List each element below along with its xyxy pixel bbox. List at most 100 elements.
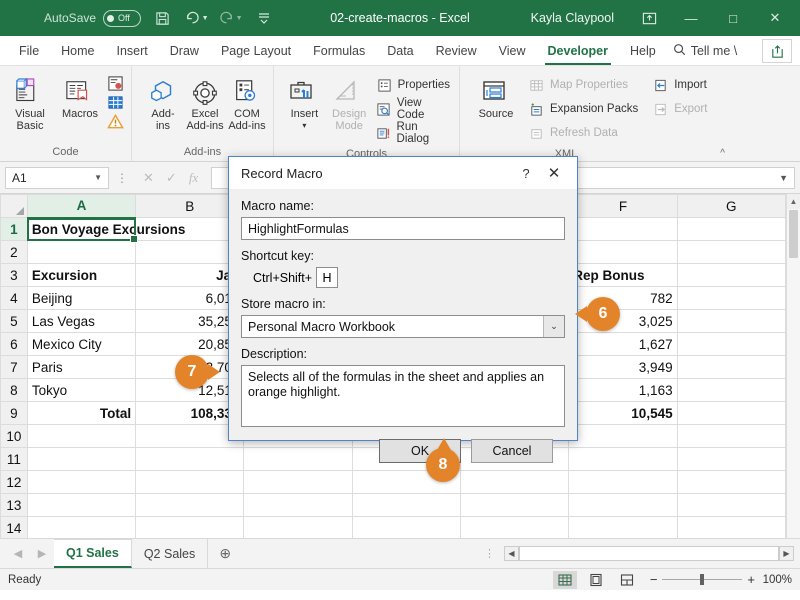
record-macro-icon[interactable] [107, 75, 124, 92]
save-icon[interactable] [149, 5, 175, 31]
cell-g3[interactable] [676, 263, 787, 287]
column-header-f[interactable]: F [568, 194, 678, 218]
cell-f3[interactable]: Rep Bonus [568, 263, 678, 287]
tab-draw[interactable]: Draw [159, 39, 210, 65]
scroll-left-icon[interactable]: ◀ [504, 546, 519, 561]
ribbon-display-options-icon[interactable] [628, 1, 670, 35]
row-header-11[interactable]: 11 [0, 447, 28, 471]
formula-bar-expand-icon[interactable]: ▼ [779, 173, 788, 183]
store-macro-dropdown[interactable]: Personal Macro Workbook ⌄ [241, 315, 565, 338]
scroll-right-icon[interactable]: ▶ [779, 546, 794, 561]
cell-b13[interactable] [135, 493, 245, 517]
autosave-toggle[interactable]: Off [103, 9, 142, 27]
row-header-5[interactable]: 5 [0, 309, 28, 333]
use-relative-references-icon[interactable] [107, 94, 124, 111]
cell-a8[interactable]: Tokyo [26, 378, 137, 402]
cell-c12[interactable] [243, 470, 353, 494]
cell-d14[interactable] [351, 516, 462, 538]
zoom-level[interactable]: 100% [760, 574, 792, 586]
row-header-3[interactable]: 3 [0, 263, 28, 287]
design-mode-button[interactable]: Design Mode [327, 71, 372, 135]
tab-developer[interactable]: Developer [537, 39, 619, 65]
zoom-out-button[interactable]: − [650, 572, 658, 587]
vertical-scrollbar[interactable]: ▲ [786, 194, 800, 538]
horizontal-scroll-track[interactable] [519, 546, 779, 561]
row-header-13[interactable]: 13 [0, 493, 28, 517]
tab-data[interactable]: Data [376, 39, 424, 65]
macro-security-icon[interactable] [107, 113, 124, 130]
view-code-button[interactable]: View Code [372, 97, 454, 121]
tab-review[interactable]: Review [425, 39, 488, 65]
share-icon[interactable] [762, 39, 792, 63]
description-textarea[interactable]: Selects all of the formulas in the sheet… [241, 365, 565, 427]
cell-f7[interactable]: 3,949 [568, 355, 678, 379]
zoom-in-button[interactable]: + [747, 572, 755, 587]
row-header-2[interactable]: 2 [0, 240, 28, 264]
cell-c13[interactable] [243, 493, 353, 517]
zoom-slider[interactable] [662, 574, 743, 585]
tab-view[interactable]: View [488, 39, 537, 65]
refresh-data-button[interactable]: Refresh Data [524, 121, 642, 145]
cell-f8[interactable]: 1,163 [568, 378, 678, 402]
vertical-scroll-thumb[interactable] [789, 210, 798, 258]
column-header-a[interactable]: A [26, 194, 137, 219]
column-header-g[interactable]: G [676, 194, 787, 218]
properties-button[interactable]: Properties [372, 73, 454, 97]
cell-f9[interactable]: 10,545 [568, 401, 678, 425]
cell-c14[interactable] [243, 516, 353, 538]
cell-f1[interactable] [568, 217, 678, 241]
expansion-packs-button[interactable]: Expansion Packs [524, 97, 642, 121]
zoom-slider-thumb[interactable] [700, 574, 705, 585]
horizontal-scrollbar[interactable]: ◀ ▶ [504, 546, 794, 561]
visual-basic-button[interactable]: Visual Basic [5, 71, 55, 135]
cell-a5[interactable]: Las Vegas [26, 309, 137, 333]
cell-a4[interactable]: Beijing [26, 286, 137, 310]
cell-e14[interactable] [459, 516, 570, 538]
row-header-8[interactable]: 8 [0, 378, 28, 402]
minimize-button[interactable]: — [670, 1, 712, 35]
sheet-nav-last-icon[interactable]: ▶ [30, 547, 54, 560]
excel-add-ins-button[interactable]: Excel Add-ins [184, 71, 226, 135]
cell-a13[interactable] [26, 493, 137, 517]
cell-f12[interactable] [568, 470, 678, 494]
cell-a1[interactable]: Bon Voyage Excursions [26, 217, 185, 243]
tab-page-layout[interactable]: Page Layout [210, 39, 302, 65]
collapse-ribbon-icon[interactable]: ^ [720, 148, 725, 159]
cell-e12[interactable] [459, 470, 570, 494]
cancel-icon[interactable]: ✕ [143, 170, 154, 186]
cell-a12[interactable] [26, 470, 137, 494]
page-layout-view-icon[interactable] [584, 571, 608, 589]
cell-g10[interactable] [676, 424, 787, 448]
row-header-9[interactable]: 9 [0, 401, 28, 425]
cell-a7[interactable]: Paris [26, 355, 137, 379]
run-dialog-button[interactable]: Run Dialog [372, 121, 454, 145]
enter-icon[interactable]: ✓ [166, 170, 177, 186]
tab-home[interactable]: Home [50, 39, 105, 65]
row-header-1[interactable]: 1 [0, 217, 28, 241]
cell-b11[interactable] [135, 447, 245, 471]
cell-a6[interactable]: Mexico City [26, 332, 137, 356]
user-name[interactable]: Kayla Claypool [531, 11, 614, 25]
cell-g7[interactable] [676, 355, 787, 379]
close-button[interactable]: ✕ [754, 1, 796, 35]
cell-a3[interactable]: Excursion [26, 263, 137, 287]
add-ins-button[interactable]: Add- ins [142, 71, 184, 135]
dialog-close-icon[interactable]: ✕ [539, 164, 569, 182]
cell-d13[interactable] [351, 493, 462, 517]
help-icon[interactable]: ? [513, 166, 539, 181]
cell-a11[interactable] [26, 447, 137, 471]
tab-help[interactable]: Help [619, 39, 667, 65]
cell-g12[interactable] [676, 470, 787, 494]
row-header-10[interactable]: 10 [0, 424, 28, 448]
map-properties-button[interactable]: Map Properties [524, 73, 642, 97]
select-all-corner[interactable] [0, 194, 28, 218]
customize-quick-access-icon[interactable] [251, 5, 277, 31]
row-header-7[interactable]: 7 [0, 355, 28, 379]
cell-g13[interactable] [676, 493, 787, 517]
cancel-button[interactable]: Cancel [471, 439, 553, 463]
row-header-6[interactable]: 6 [0, 332, 28, 356]
macros-button[interactable]: Macros [55, 71, 105, 123]
row-header-4[interactable]: 4 [0, 286, 28, 310]
tab-insert[interactable]: Insert [106, 39, 159, 65]
cell-a14[interactable] [26, 516, 137, 538]
